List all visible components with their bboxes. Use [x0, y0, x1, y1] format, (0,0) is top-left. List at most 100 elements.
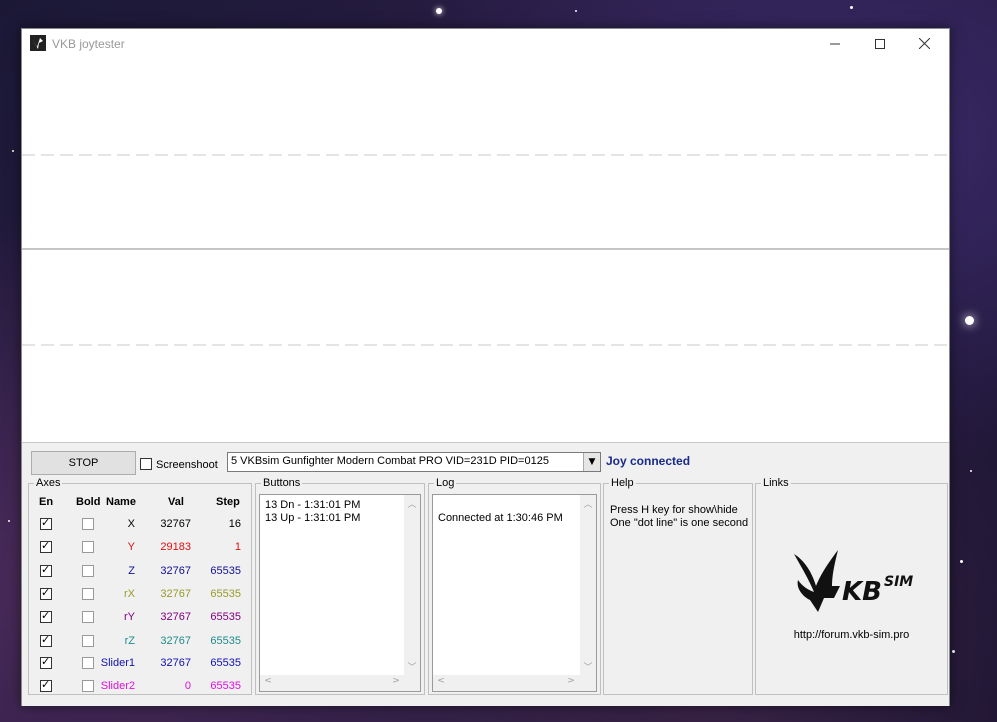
star — [8, 520, 10, 522]
vertical-scrollbar[interactable]: ︿ ﹀ — [404, 495, 420, 675]
axis-enable-checkbox[interactable] — [40, 539, 52, 553]
axis-step: 65535 — [210, 588, 241, 600]
star — [436, 8, 442, 14]
axis-name: Z — [128, 565, 135, 577]
scroll-left-icon[interactable]: < — [260, 676, 276, 686]
axis-bold-checkbox[interactable] — [82, 518, 94, 530]
axis-step: 65535 — [210, 565, 241, 577]
axis-bold-checkbox[interactable] — [82, 565, 94, 577]
axis-row: Slider2 0 65535 — [29, 677, 249, 695]
star — [575, 10, 577, 12]
scroll-down-icon[interactable]: ﹀ — [404, 660, 420, 673]
header-step: Step — [216, 496, 240, 508]
axes-group: Axes En Bold Name Val Step X 32767 16 Y … — [28, 477, 252, 695]
axis-name: X — [127, 518, 135, 530]
title-bar[interactable]: VKB joytester — [22, 29, 949, 59]
axis-bold-checkbox[interactable] — [82, 588, 94, 600]
axis-enable-checkbox[interactable] — [40, 678, 52, 692]
axis-row: Slider1 32767 65535 — [29, 654, 249, 672]
app-window: VKB joytester STOP Screenshoot 5 VKBsim … — [21, 28, 950, 706]
help-group-title: Help — [609, 477, 636, 489]
axis-enable-checkbox[interactable] — [40, 563, 52, 577]
control-panel: STOP Screenshoot 5 VKBsim Gunfighter Mod… — [22, 442, 949, 706]
scroll-down-icon[interactable]: ﹀ — [580, 660, 596, 673]
axis-step: 65535 — [210, 680, 241, 692]
axis-value: 32767 — [160, 657, 191, 669]
minimize-icon — [829, 43, 840, 45]
scroll-right-icon[interactable]: > — [388, 676, 404, 686]
scroll-up-icon[interactable]: ︿ — [580, 497, 596, 510]
maximize-button[interactable] — [857, 29, 902, 59]
vkbsim-logo[interactable]: KB SIM — [790, 546, 920, 618]
device-dropdown[interactable]: 5 VKBsim Gunfighter Modern Combat PRO VI… — [227, 452, 601, 472]
vertical-scrollbar[interactable]: ︿ ﹀ — [580, 495, 596, 675]
buttons-group: Buttons 13 Dn - 1:31:01 PM 13 Up - 1:31:… — [255, 477, 425, 695]
joystick-plot-area[interactable] — [22, 59, 949, 442]
axis-enable-checkbox[interactable] — [40, 633, 52, 647]
axis-name: rZ — [124, 635, 135, 647]
axis-step: 1 — [234, 541, 241, 553]
header-val: Val — [168, 496, 184, 508]
svg-text:KB: KB — [842, 577, 882, 607]
axis-name: rY — [124, 611, 135, 623]
log-group: Log Connected at 1:30:46 PM ︿ ﹀ < > — [428, 477, 601, 695]
device-selected-value: 5 VKBsim Gunfighter Modern Combat PRO VI… — [231, 455, 549, 467]
axis-enable-checkbox[interactable] — [40, 609, 52, 623]
axis-enable-checkbox[interactable] — [40, 655, 52, 669]
help-group: Help Press H key for show\hide One "dot … — [603, 477, 753, 695]
axis-row: Y 29183 1 — [29, 538, 249, 556]
horizontal-scrollbar[interactable]: < > — [260, 675, 420, 691]
log-line: Connected at 1:30:46 PM — [438, 512, 563, 524]
window-title: VKB joytester — [52, 37, 125, 51]
axis-row: X 32767 16 — [29, 515, 249, 533]
buttons-listbox[interactable]: 13 Dn - 1:31:01 PM 13 Up - 1:31:01 PM ︿ … — [259, 494, 421, 692]
axis-row: rY 32767 65535 — [29, 608, 249, 626]
axis-step: 65535 — [210, 635, 241, 647]
axis-row: Z 32767 65535 — [29, 562, 249, 580]
axis-name: Slider2 — [100, 680, 135, 692]
axis-value: 32767 — [160, 565, 191, 577]
vkb-app-icon — [30, 35, 46, 51]
star — [960, 560, 963, 563]
dropdown-arrow-icon[interactable]: ▼ — [583, 453, 600, 471]
log-listbox[interactable]: Connected at 1:30:46 PM ︿ ﹀ < > — [432, 494, 597, 692]
axis-step: 65535 — [210, 657, 241, 669]
axis-name: Y — [127, 541, 135, 553]
axis-bold-checkbox[interactable] — [82, 635, 94, 647]
header-bold: Bold — [76, 496, 101, 508]
log-group-title: Log — [434, 477, 457, 489]
horizontal-scrollbar[interactable]: < > — [433, 675, 596, 691]
star — [965, 316, 974, 325]
help-line: One "dot line" is one second — [610, 517, 749, 529]
forum-link[interactable]: http://forum.vkb-sim.pro — [756, 629, 947, 641]
header-en: En — [39, 496, 54, 508]
plot-lines — [22, 154, 949, 346]
axis-bold-checkbox[interactable] — [82, 541, 94, 553]
close-button[interactable] — [902, 29, 947, 59]
screenshoot-checkbox[interactable] — [140, 458, 152, 470]
axis-enable-checkbox[interactable] — [40, 586, 52, 600]
axis-bold-checkbox[interactable] — [82, 657, 94, 669]
buttons-group-title: Buttons — [261, 477, 303, 489]
close-icon — [918, 37, 931, 50]
axis-value: 29183 — [160, 541, 191, 553]
list-item: 13 Up - 1:31:01 PM — [265, 512, 361, 524]
axis-enable-checkbox[interactable] — [40, 516, 52, 530]
scroll-left-icon[interactable]: < — [433, 676, 449, 686]
scroll-right-icon[interactable]: > — [563, 676, 579, 686]
minimize-button[interactable] — [812, 29, 857, 59]
stop-button[interactable]: STOP — [31, 451, 136, 475]
star — [850, 6, 853, 9]
star — [952, 650, 955, 653]
axis-bold-checkbox[interactable] — [82, 611, 94, 623]
axis-step: 65535 — [210, 611, 241, 623]
axis-value: 32767 — [160, 611, 191, 623]
axis-bold-checkbox[interactable] — [82, 680, 94, 692]
star — [970, 470, 972, 472]
axis-value: 32767 — [160, 635, 191, 647]
star — [12, 150, 14, 152]
help-line: Press H key for show\hide — [610, 504, 738, 516]
scroll-up-icon[interactable]: ︿ — [404, 497, 420, 510]
axis-name: Slider1 — [100, 657, 135, 669]
axes-group-title: Axes — [34, 477, 63, 489]
